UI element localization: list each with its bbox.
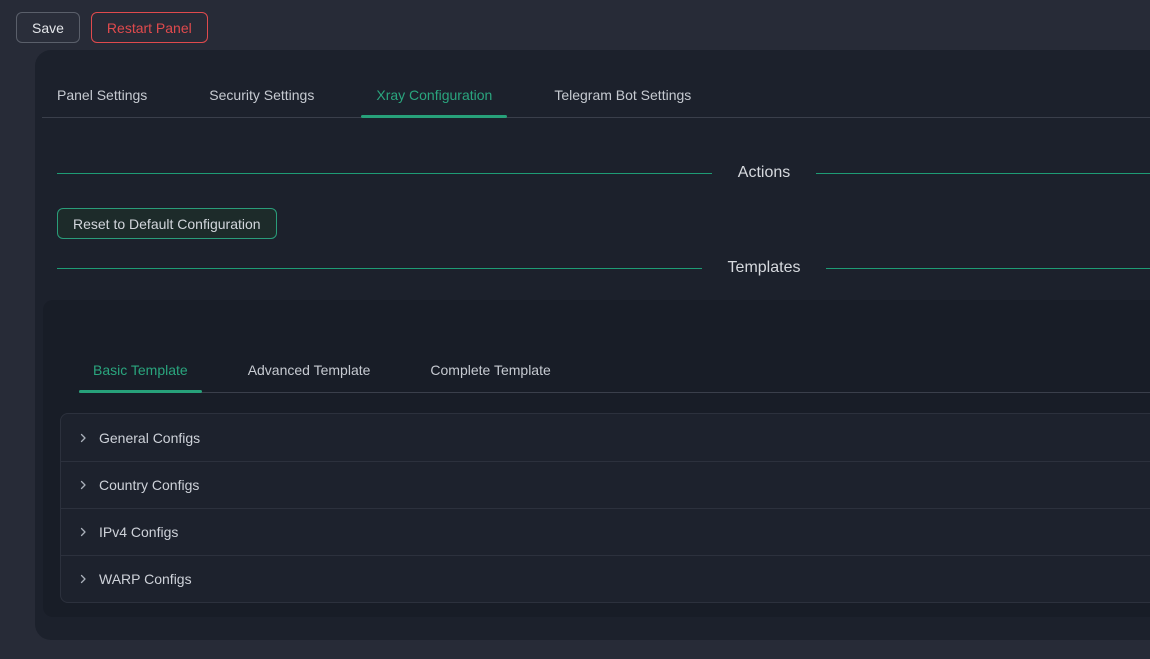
chevron-right-icon xyxy=(77,573,89,585)
settings-card: Panel Settings Security Settings Xray Co… xyxy=(35,50,1150,640)
collapse-label: General Configs xyxy=(99,430,200,446)
config-collapse-list: General Configs Country Configs IPv4 Con… xyxy=(60,413,1150,603)
collapse-label: Country Configs xyxy=(99,477,199,493)
collapse-header-ipv4-configs[interactable]: IPv4 Configs xyxy=(61,508,1150,555)
chevron-right-icon xyxy=(77,479,89,491)
settings-tabs: Panel Settings Security Settings Xray Co… xyxy=(42,50,1150,118)
tab-advanced-template[interactable]: Advanced Template xyxy=(234,349,385,392)
collapse-header-general-configs[interactable]: General Configs xyxy=(61,414,1150,461)
chevron-right-icon xyxy=(77,526,89,538)
actions-divider: Actions xyxy=(57,160,1150,186)
tab-security-settings[interactable]: Security Settings xyxy=(194,74,329,117)
save-button[interactable]: Save xyxy=(16,12,80,43)
topbar: Save Restart Panel xyxy=(0,0,1150,50)
tab-telegram-bot-settings[interactable]: Telegram Bot Settings xyxy=(539,74,706,117)
templates-card: Basic Template Advanced Template Complet… xyxy=(43,300,1150,617)
template-tabs: Basic Template Advanced Template Complet… xyxy=(79,349,1150,393)
collapse-header-warp-configs[interactable]: WARP Configs xyxy=(61,555,1150,602)
chevron-right-icon xyxy=(77,432,89,444)
collapse-label: WARP Configs xyxy=(99,571,192,587)
restart-panel-button[interactable]: Restart Panel xyxy=(91,12,208,43)
tab-complete-template[interactable]: Complete Template xyxy=(416,349,564,392)
reset-default-configuration-button[interactable]: Reset to Default Configuration xyxy=(57,208,277,239)
templates-divider: Templates xyxy=(57,255,1150,281)
collapse-header-country-configs[interactable]: Country Configs xyxy=(61,461,1150,508)
templates-divider-title: Templates xyxy=(702,259,827,277)
collapse-label: IPv4 Configs xyxy=(99,524,178,540)
tab-basic-template[interactable]: Basic Template xyxy=(79,349,202,392)
tab-panel-settings[interactable]: Panel Settings xyxy=(42,74,162,117)
tab-xray-configuration[interactable]: Xray Configuration xyxy=(361,74,507,117)
actions-divider-title: Actions xyxy=(712,164,816,182)
actions-row: Reset to Default Configuration xyxy=(57,208,1150,239)
